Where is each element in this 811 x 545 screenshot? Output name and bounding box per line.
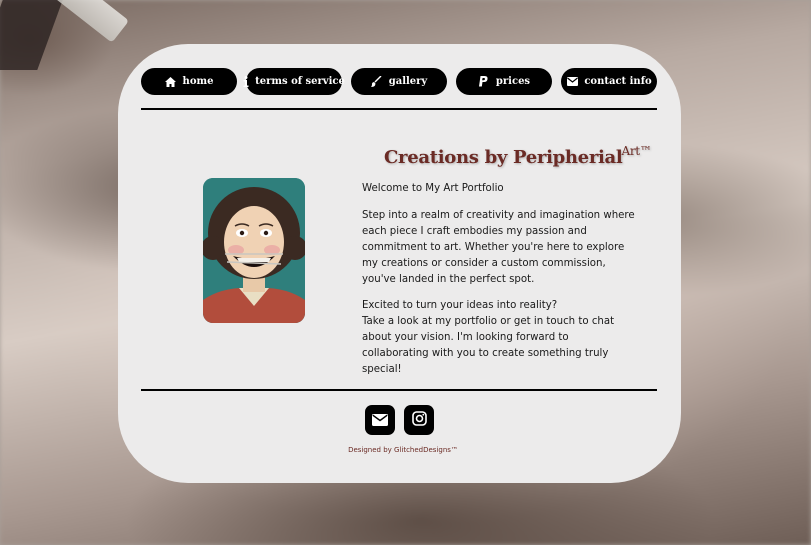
nav-terms-label: terms of service: [255, 76, 345, 87]
email-button[interactable]: [365, 405, 395, 435]
page-title: Creations by PeripherialArt™: [384, 144, 652, 168]
nav-contact-button[interactable]: contact info: [561, 68, 657, 95]
nav-home-label: home: [182, 76, 214, 87]
cta-line-1: Excited to turn your ideas into reality?: [362, 300, 558, 312]
nav-bar: home terms of service gallery prices con…: [141, 68, 657, 95]
bottom-divider: [141, 389, 657, 391]
top-divider: [141, 108, 657, 110]
paypal-icon: [478, 76, 490, 88]
nav-gallery-button[interactable]: gallery: [351, 68, 447, 95]
nav-home-button[interactable]: home: [141, 68, 237, 95]
nav-contact-label: contact info: [584, 76, 652, 87]
title-superscript: Art™: [621, 144, 652, 158]
instagram-button[interactable]: [404, 405, 434, 435]
envelope-icon: [372, 411, 388, 430]
paintbrush-icon: [371, 76, 383, 88]
designer-credit: Designed by GlitchedDesigns™: [348, 446, 458, 454]
welcome-text: Welcome to My Art Portfolio: [362, 183, 504, 194]
nav-prices-button[interactable]: prices: [456, 68, 552, 95]
home-icon: [165, 76, 177, 88]
portrait-image: [203, 178, 305, 323]
nav-terms-button[interactable]: terms of service: [243, 68, 345, 95]
title-text: Creations by Peripherial: [384, 147, 623, 168]
info-icon: [243, 76, 249, 88]
social-links: [365, 405, 434, 435]
nav-prices-label: prices: [495, 76, 531, 87]
cta-paragraph: Excited to turn your ideas into reality?…: [362, 298, 637, 378]
nav-gallery-label: gallery: [388, 76, 428, 87]
intro-content: Welcome to My Art Portfolio Step into a …: [362, 181, 637, 378]
intro-paragraph: Step into a realm of creativity and imag…: [362, 209, 635, 285]
main-card: home terms of service gallery prices con…: [118, 44, 681, 483]
cta-line-2: Take a look at my portfolio or get in to…: [362, 316, 615, 376]
envelope-icon: [566, 76, 578, 88]
instagram-icon: [411, 410, 427, 430]
